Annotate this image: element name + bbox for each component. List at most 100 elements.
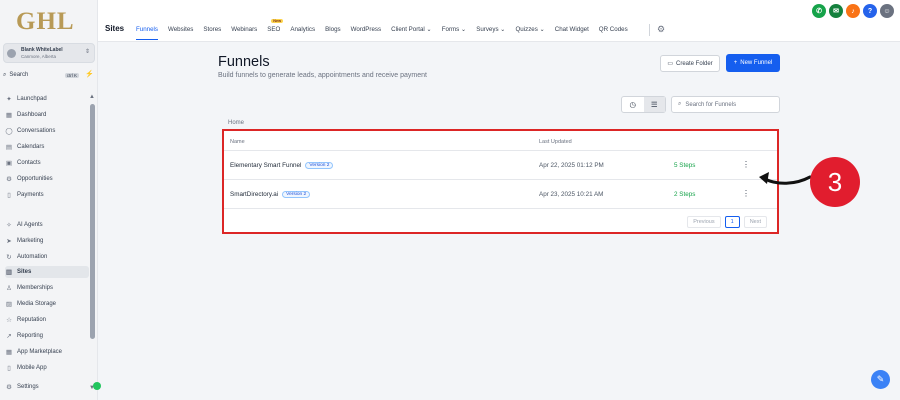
table-row[interactable]: Elementary Smart Funnel Version 2 Apr 22…: [224, 151, 777, 180]
announcement-icon[interactable]: ✉: [829, 4, 843, 18]
star-icon: ☆: [6, 317, 12, 324]
create-folder-button[interactable]: ▭ Create Folder: [660, 55, 720, 72]
page-title: Funnels: [218, 54, 270, 70]
scroll-up-icon[interactable]: ▲: [89, 94, 95, 100]
version-badge: Version 2: [305, 162, 334, 169]
sidebar-item-settings[interactable]: ⚙ Settings: [5, 381, 89, 393]
tab-analytics[interactable]: Analytics: [290, 26, 315, 40]
funnel-name[interactable]: SmartDirectory.ai: [230, 191, 278, 198]
version-badge: Version 2: [282, 191, 311, 198]
sidebar-item-label: Payments: [17, 192, 44, 198]
clock-icon[interactable]: ◷: [622, 97, 644, 112]
sidebar-item-media-storage[interactable]: ▨ Media Storage: [5, 298, 89, 310]
new-funnel-button[interactable]: + New Funnel: [726, 54, 780, 72]
sidebar: GHL Blank WhiteLabel Canmore, Alberta ⇕ …: [0, 0, 101, 400]
sidebar-item-reputation[interactable]: ☆ Reputation: [5, 314, 89, 326]
chevron-down-icon: ⌄: [500, 26, 506, 33]
sidebar-item-marketing[interactable]: ➤ Marketing: [5, 235, 89, 247]
sidebar-item-launchpad[interactable]: ✦ Launchpad: [5, 93, 89, 105]
sidebar-item-contacts[interactable]: ▣ Contacts: [5, 157, 89, 169]
tab-quizzes[interactable]: Quizzes ⌄: [515, 26, 544, 40]
account-location: Canmore, Alberta: [21, 54, 57, 59]
sidebar-item-memberships[interactable]: ♙ Memberships: [5, 282, 89, 294]
media-icon: ▨: [5, 301, 13, 308]
column-header-last-updated[interactable]: Last Updated: [539, 139, 572, 145]
sites-icon: ▥: [5, 269, 13, 276]
funnels-table: Name Last Updated Elementary Smart Funne…: [222, 129, 779, 234]
sidebar-item-opportunities[interactable]: ⚙ Opportunities: [5, 173, 89, 185]
gear-icon[interactable]: ⚙: [657, 24, 665, 35]
tab-surveys[interactable]: Surveys ⌄: [476, 26, 505, 40]
user-avatar[interactable]: ☺: [880, 4, 894, 18]
sidebar-item-label: App Marketplace: [17, 349, 63, 355]
sidebar-item-label: Mobile App: [17, 365, 47, 371]
sidebar-item-label: Opportunities: [17, 176, 53, 182]
tab-websites[interactable]: Websites: [168, 26, 193, 40]
sidebar-item-calendars[interactable]: ▤ Calendars: [5, 141, 89, 153]
column-header-name[interactable]: Name: [230, 139, 245, 145]
tab-chat-widget[interactable]: Chat Widget: [555, 26, 589, 40]
ai-icon: ✧: [6, 222, 12, 229]
sidebar-scrollbar[interactable]: [90, 104, 95, 339]
sidebar-item-payments[interactable]: ▯ Payments: [5, 189, 89, 201]
search-icon: ⌕: [3, 71, 7, 78]
sidebar-item-conversations[interactable]: ◯ Conversations: [5, 125, 89, 137]
phone-icon[interactable]: ✆: [812, 4, 826, 18]
funnel-name[interactable]: Elementary Smart Funnel: [230, 162, 301, 169]
account-switcher[interactable]: Blank WhiteLabel Canmore, Alberta ⇕: [3, 43, 95, 63]
tab-client-portal-label: Client Portal: [391, 26, 425, 33]
account-avatar: [7, 49, 16, 58]
next-page-button[interactable]: Next: [743, 216, 767, 228]
tab-funnels[interactable]: Funnels: [136, 26, 159, 40]
reporting-icon: ↗: [6, 333, 12, 340]
tab-seo[interactable]: SEO New: [267, 19, 284, 40]
top-nav: Sites Funnels Websites Stores Webinars S…: [98, 0, 900, 42]
marketing-icon: ➤: [6, 238, 12, 245]
gear-icon: ⚙: [6, 384, 12, 391]
sidebar-item-dashboard[interactable]: ▦ Dashboard: [5, 109, 89, 121]
sidebar-item-label: Contacts: [17, 160, 41, 166]
section-title: Sites: [105, 24, 125, 33]
annotation-step-badge: 3: [810, 157, 860, 207]
sidebar-item-label: Conversations: [17, 128, 56, 134]
status-dot[interactable]: [93, 382, 101, 390]
chevron-down-icon: ⌄: [539, 26, 545, 33]
header-actions: ✆ ✉ ♪ ? ☺: [812, 4, 894, 18]
sidebar-item-label: Reporting: [17, 333, 44, 339]
sidebar-item-app-marketplace[interactable]: ▦ App Marketplace: [5, 346, 89, 358]
tab-forms-label: Forms: [441, 26, 460, 33]
tab-blogs[interactable]: Blogs: [325, 26, 340, 40]
table-row[interactable]: SmartDirectory.ai Version 2 Apr 23, 2025…: [224, 180, 777, 209]
tab-webinars[interactable]: Webinars: [231, 26, 257, 40]
chevron-updown-icon: ⇕: [84, 49, 90, 55]
sidebar-item-sites[interactable]: ▥ Sites: [5, 266, 89, 278]
tab-forms[interactable]: Forms ⌄: [442, 26, 466, 40]
list-view-icon[interactable]: ☰: [643, 97, 665, 112]
breadcrumb[interactable]: Home: [228, 120, 244, 126]
page-number-button[interactable]: 1: [724, 216, 740, 228]
marketplace-icon: ▦: [5, 349, 13, 356]
sidebar-search[interactable]: ⌕ Search ctrl K: [3, 69, 79, 81]
notification-bell-icon[interactable]: ♪: [846, 4, 860, 18]
tab-qr-codes[interactable]: QR Codes: [599, 26, 628, 40]
sidebar-item-mobile-app[interactable]: ▯ Mobile App: [5, 362, 89, 374]
help-icon[interactable]: ?: [863, 4, 877, 18]
funnel-name-cell: Elementary Smart Funnel Version 2: [230, 162, 334, 169]
chat-support-button[interactable]: ✎: [871, 370, 890, 389]
more-options-icon[interactable]: ⋮: [742, 160, 750, 169]
tab-wordpress[interactable]: WordPress: [351, 26, 382, 40]
funnel-search-input[interactable]: ⌕ Search for Funnels: [671, 96, 780, 113]
funnel-search-placeholder: Search for Funnels: [685, 101, 737, 108]
quick-action-icon[interactable]: ⚡: [85, 70, 94, 78]
last-updated: Apr 22, 2025 01:12 PM: [539, 162, 604, 169]
tab-client-portal[interactable]: Client Portal ⌄: [391, 26, 432, 40]
more-options-icon[interactable]: ⋮: [742, 189, 750, 198]
divider: [649, 24, 650, 36]
sidebar-item-label: Automation: [17, 254, 48, 260]
tab-stores[interactable]: Stores: [203, 26, 221, 40]
previous-page-button[interactable]: Previous: [687, 216, 721, 228]
sidebar-item-reporting[interactable]: ↗ Reporting: [5, 330, 89, 342]
view-toggle: ◷ ☰: [621, 96, 666, 113]
sidebar-item-automation[interactable]: ↻ Automation: [5, 251, 89, 263]
sidebar-item-ai-agents[interactable]: ✧ AI Agents: [5, 219, 89, 231]
